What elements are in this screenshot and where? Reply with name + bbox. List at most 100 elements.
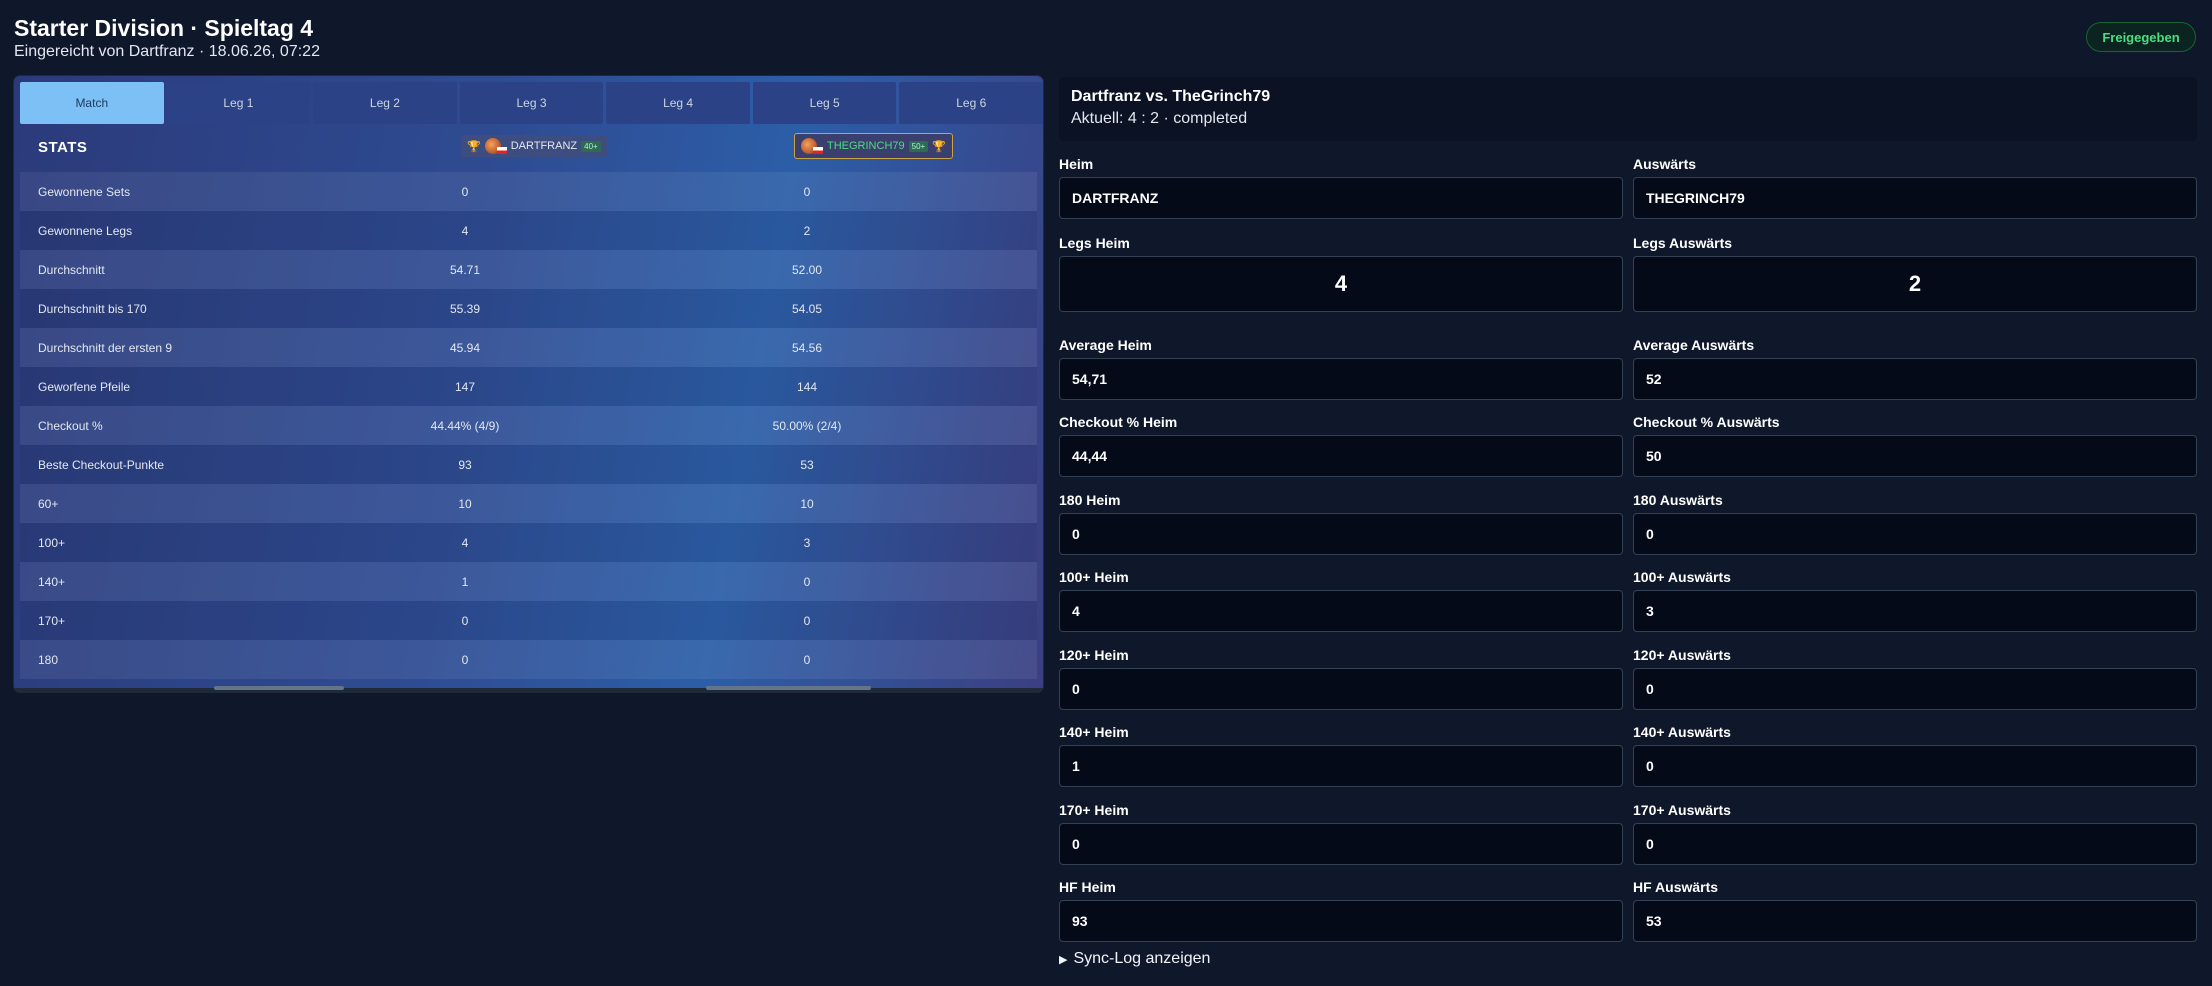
form-field: 120+ Heim 0 — [1059, 646, 1623, 710]
stat-row: 140+ 1 0 — [20, 562, 1037, 601]
trophy-icon: 🏆 — [467, 140, 481, 153]
flag-icon — [813, 146, 823, 154]
match-summary-status: Aktuell: 4 : 2 · completed — [1071, 110, 1248, 127]
stat-away-value: 52.00 — [791, 262, 823, 277]
field-label: 170+ Heim — [1059, 802, 1129, 818]
level-badge: 40+ — [581, 140, 601, 152]
field-input[interactable]: 3 — [1633, 590, 2197, 632]
stat-label: Checkout % — [38, 418, 103, 433]
sync-log-toggle[interactable]: ▶ Sync-Log anzeigen — [1059, 950, 1210, 968]
tab-leg-4[interactable]: Leg 4 — [606, 82, 750, 124]
stat-label: 140+ — [38, 574, 66, 589]
field-input[interactable]: 0 — [1059, 513, 1623, 555]
tab-leg-2[interactable]: Leg 2 — [313, 82, 457, 124]
match-summary-title: Dartfranz vs. TheGrinch79 — [1071, 88, 1271, 105]
tab-leg-3[interactable]: Leg 3 — [459, 82, 604, 124]
form-field: Average Heim 54,71 — [1059, 336, 1623, 400]
form-field: 120+ Auswärts 0 — [1633, 646, 2197, 710]
field-input[interactable]: 44,44 — [1059, 435, 1623, 477]
stat-label: 100+ — [38, 535, 66, 550]
field-label: 100+ Auswärts — [1633, 569, 1731, 585]
form-field: 100+ Auswärts 3 — [1633, 568, 2197, 632]
field-input[interactable]: DARTFRANZ — [1059, 177, 1623, 219]
field-label: 170+ Auswärts — [1633, 802, 1731, 818]
status-badge: Freigegeben — [2086, 22, 2196, 52]
field-label: 140+ Heim — [1059, 724, 1129, 740]
sync-log-label: Sync-Log anzeigen — [1073, 950, 1211, 967]
form-field: 170+ Auswärts 0 — [1633, 801, 2197, 865]
field-input[interactable]: 0 — [1633, 668, 2197, 710]
stat-label: 170+ — [38, 613, 66, 628]
stat-row: Durchschnitt der ersten 9 45.94 54.56 — [20, 328, 1037, 367]
field-input[interactable]: 0 — [1633, 823, 2197, 865]
stat-home-value: 0 — [461, 184, 469, 199]
stat-row: 180 0 0 — [20, 640, 1037, 679]
stats-table: Gewonnene Sets 0 0 Gewonnene Legs 4 2 Durchsch… — [20, 172, 1037, 679]
stat-label: 180 — [38, 652, 59, 667]
stat-row: 170+ 0 0 — [20, 601, 1037, 640]
panel-bottom-edge — [14, 688, 1043, 692]
form-field: Legs Heim 4 — [1059, 234, 1623, 312]
form-field: 140+ Heim 1 — [1059, 723, 1623, 787]
stats-panel: Match Leg 1 Leg 2 Leg 3 Leg 4 Leg 5 Leg … — [14, 76, 1043, 692]
stat-row: Durchschnitt 54.71 52.00 — [20, 250, 1037, 289]
stat-home-value: 4 — [461, 535, 469, 550]
field-label: Average Heim — [1059, 337, 1152, 353]
field-input[interactable]: THEGRINCH79 — [1633, 177, 2197, 219]
stat-home-value: 0 — [461, 652, 469, 667]
stat-row: Gewonnene Sets 0 0 — [20, 172, 1037, 211]
field-input[interactable]: 52 — [1633, 358, 2197, 400]
page-header: Starter Division · Spieltag 4 Eingereich… — [14, 14, 320, 62]
field-label: 140+ Auswärts — [1633, 724, 1731, 740]
stat-label: Beste Checkout-Punkte — [38, 457, 165, 472]
stats-header: STATS 🏆 DARTFRANZ 40+ THEGRINCH79 50+ 🏆 — [14, 128, 1043, 168]
stat-away-value: 144 — [796, 379, 818, 394]
tab-match[interactable]: Match — [20, 82, 164, 124]
field-label: Checkout % Auswärts — [1633, 414, 1780, 430]
field-label: Heim — [1059, 156, 1094, 172]
form-field: Average Auswärts 52 — [1633, 336, 2197, 400]
field-label: HF Heim — [1059, 879, 1116, 895]
stat-row: Checkout % 44.44% (4/9) 50.00% (2/4) — [20, 406, 1037, 445]
scroll-hint-away — [706, 686, 871, 690]
field-input[interactable]: 53 — [1633, 900, 2197, 942]
field-label: 120+ Auswärts — [1633, 647, 1731, 663]
tab-leg-5[interactable]: Leg 5 — [752, 82, 897, 124]
stat-away-value: 53 — [800, 457, 814, 472]
away-player-chip[interactable]: THEGRINCH79 50+ 🏆 — [794, 133, 953, 159]
tab-leg-1[interactable]: Leg 1 — [166, 82, 311, 124]
match-summary: Dartfranz vs. TheGrinch79 Aktuell: 4 : 2… — [1059, 77, 2197, 141]
field-input[interactable]: 2 — [1633, 256, 2197, 312]
field-input[interactable]: 0 — [1059, 823, 1623, 865]
away-player-name: THEGRINCH79 — [827, 140, 905, 152]
tab-bar: Match Leg 1 Leg 2 Leg 3 Leg 4 Leg 5 Leg … — [20, 82, 1043, 124]
form-field: 180 Auswärts 0 — [1633, 491, 2197, 555]
stats-label: STATS — [38, 139, 88, 156]
field-label: Auswärts — [1633, 156, 1697, 172]
field-input[interactable]: 1 — [1059, 745, 1623, 787]
field-input[interactable]: 93 — [1059, 900, 1623, 942]
field-input[interactable]: 4 — [1059, 590, 1623, 632]
tab-leg-6[interactable]: Leg 6 — [899, 82, 1043, 124]
stat-label: Durchschnitt — [38, 262, 105, 277]
home-player-chip[interactable]: 🏆 DARTFRANZ 40+ — [461, 135, 607, 157]
form-field: HF Auswärts 53 — [1633, 878, 2197, 942]
stat-away-value: 0 — [803, 652, 811, 667]
field-label: Average Auswärts — [1633, 337, 1755, 353]
field-input[interactable]: 0 — [1059, 668, 1623, 710]
stat-home-value: 44.44% (4/9) — [430, 418, 500, 433]
stat-home-value: 45.94 — [449, 340, 481, 355]
stat-away-value: 54.56 — [791, 340, 823, 355]
field-input[interactable]: 0 — [1633, 513, 2197, 555]
field-input[interactable]: 54,71 — [1059, 358, 1623, 400]
field-input[interactable]: 50 — [1633, 435, 2197, 477]
field-label: 180 Heim — [1059, 492, 1121, 508]
field-input[interactable]: 4 — [1059, 256, 1623, 312]
stat-home-value: 147 — [454, 379, 476, 394]
field-input[interactable]: 0 — [1633, 745, 2197, 787]
stat-away-value: 0 — [803, 613, 811, 628]
form-field: Heim DARTFRANZ — [1059, 155, 1623, 219]
form-field: 100+ Heim 4 — [1059, 568, 1623, 632]
field-label: 120+ Heim — [1059, 647, 1129, 663]
stat-row: Gewonnene Legs 4 2 — [20, 211, 1037, 250]
